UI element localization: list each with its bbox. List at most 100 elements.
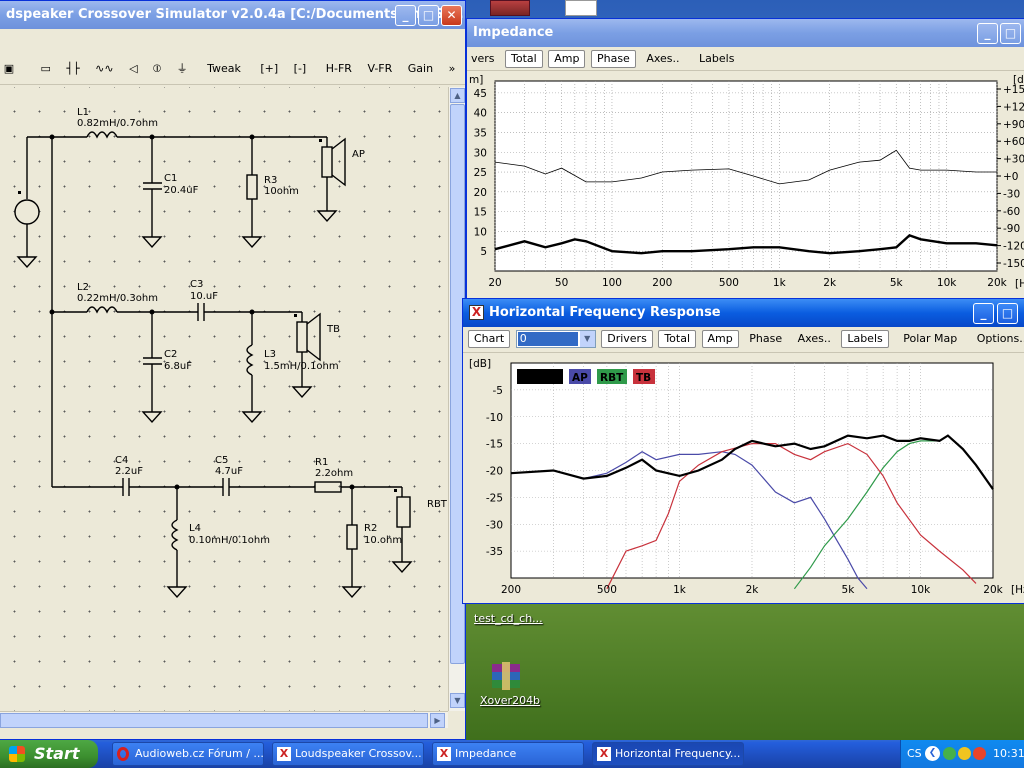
hfr-y-tick-label: -30 xyxy=(486,519,503,531)
h-fr-button[interactable]: H-FR xyxy=(322,60,356,78)
impedance-x-tick-label: 100 xyxy=(602,277,622,289)
taskbar-item-crossover[interactable]: X Loudspeaker Crossov... xyxy=(272,742,424,766)
hfr-y-tick-label: -5 xyxy=(493,385,503,397)
hfr-total-button[interactable]: Total xyxy=(658,330,697,348)
impedance-amp-button[interactable]: Amp xyxy=(548,50,586,68)
xover-icon: X xyxy=(437,747,451,761)
scroll-up-button[interactable]: ▲ xyxy=(450,88,465,103)
hscroll-thumb[interactable] xyxy=(0,713,428,728)
hfr-phase-button[interactable]: Phase xyxy=(745,330,786,348)
xover-icon: X xyxy=(597,747,611,761)
taskbar-item-hfr[interactable]: X Horizontal Frequency... xyxy=(592,742,744,766)
hfr-labels-button[interactable]: Labels xyxy=(841,330,889,348)
hfr-chart-select[interactable]: 0 ▼ xyxy=(515,330,596,348)
save-icon[interactable]: ▣ xyxy=(0,60,18,78)
schematic-canvas[interactable]: L1 0.82mH/0.7ohm C1 20.4uF R3 10ohm AP L… xyxy=(0,87,448,711)
resistor-tool-icon[interactable]: ▭ xyxy=(37,60,55,78)
hfr-axes-button[interactable]: Axes.. xyxy=(794,330,835,348)
security-alert-icon[interactable] xyxy=(973,747,986,760)
tweak-button[interactable]: Tweak xyxy=(203,60,245,78)
maximize-button[interactable]: □ xyxy=(418,5,439,26)
c3-value: 10.uF xyxy=(190,291,218,302)
impedance-window-title: Impedance xyxy=(473,25,554,40)
hfr-select-value: 0 xyxy=(517,332,578,346)
scroll-right-button[interactable]: ▶ xyxy=(430,713,445,728)
language-indicator[interactable]: CS xyxy=(907,740,922,768)
hfr-amp-button[interactable]: Amp xyxy=(701,330,739,348)
hfr-minimize-button[interactable]: _ xyxy=(973,303,994,324)
hfr-y-unit: [dB] xyxy=(469,358,491,370)
speaker-tool-icon[interactable]: ◁ xyxy=(125,60,141,78)
toolbar-overflow-button[interactable]: » xyxy=(445,60,460,78)
chevron-down-icon[interactable]: ▼ xyxy=(579,331,595,347)
hfr-title-bar[interactable]: Horizontal Frequency Response xyxy=(463,299,1024,327)
desktop-document-icon[interactable] xyxy=(565,0,597,16)
hfr-chart-button[interactable]: Chart xyxy=(468,330,511,348)
task-label-hfr: Horizontal Frequency... xyxy=(615,747,741,760)
ground-tool-icon[interactable]: ⏚ xyxy=(173,60,192,78)
impedance-drivers-button[interactable]: vers xyxy=(467,50,499,68)
c2-value: 6.8uF xyxy=(164,361,192,372)
impedance-total-button[interactable]: Total xyxy=(505,50,543,68)
l2-value: 0.22mH/0.3ohm xyxy=(77,293,158,304)
hfr-y-tick-label: -10 xyxy=(486,412,503,424)
impedance-right-tick-label: -30 xyxy=(1003,188,1020,200)
impedance-y-tick-label: 5 xyxy=(480,246,487,258)
start-label: Start xyxy=(34,744,80,763)
impedance-right-tick-label: +0 xyxy=(1003,171,1018,183)
impedance-y-tick-label: 30 xyxy=(474,147,487,159)
impedance-maximize-button[interactable]: □ xyxy=(1000,23,1021,44)
desktop-folder-label[interactable]: test_cd_ch... xyxy=(474,612,543,625)
legend-label-rbt: RBT xyxy=(600,372,624,384)
shield-icon[interactable] xyxy=(943,747,956,760)
network-icon[interactable] xyxy=(958,747,971,760)
hfr-x-tick-label: 20k xyxy=(983,584,1003,596)
impedance-right-tick-label: +12 xyxy=(1003,101,1024,113)
rbt-label: RBT xyxy=(427,499,448,510)
scroll-down-button[interactable]: ▼ xyxy=(450,693,465,708)
impedance-minimize-button[interactable]: _ xyxy=(977,23,998,44)
impedance-chart: 45403530252015105 +15+12+90+60+30+0-30-6… xyxy=(467,71,1024,299)
impedance-axes-button[interactable]: Axes.. xyxy=(642,50,683,68)
schematic-horizontal-scrollbar[interactable]: ▶ xyxy=(0,711,448,728)
impedance-title-bar[interactable]: Impedance xyxy=(467,19,1024,47)
desktop-folder-icon[interactable] xyxy=(490,0,530,16)
c2-label: C2 xyxy=(164,349,177,360)
close-button[interactable]: ✕ xyxy=(441,5,462,26)
impedance-x-tick-label: 500 xyxy=(719,277,739,289)
winrar-archive-label[interactable]: Xover204b xyxy=(480,694,540,707)
winrar-archive-icon[interactable] xyxy=(490,662,522,690)
hfr-drivers-button[interactable]: Drivers xyxy=(601,330,653,348)
hfr-maximize-button[interactable]: □ xyxy=(997,303,1018,324)
impedance-right-tick-label: +30 xyxy=(1003,154,1024,166)
r3-value: 10ohm xyxy=(264,186,299,197)
capacitor-tool-icon[interactable]: ┤├ xyxy=(62,60,83,78)
source-tool-icon[interactable]: ⦶ xyxy=(149,60,165,78)
hfr-x-tick-label: 200 xyxy=(501,584,521,596)
impedance-phase-button[interactable]: Phase xyxy=(590,50,636,68)
tray-expand-icon[interactable]: ❮ xyxy=(925,746,940,761)
impedance-left-unit: m] xyxy=(469,74,483,86)
minimize-button[interactable]: _ xyxy=(395,5,416,26)
hfr-x-unit: [Hz xyxy=(1011,584,1024,596)
l4-label: L4 xyxy=(189,523,201,534)
taskbar-item-browser[interactable]: Audioweb.cz Fórum / ... xyxy=(112,742,264,766)
inductor-tool-icon[interactable]: ∿∿ xyxy=(91,60,117,78)
zoom-in-button[interactable]: [+] xyxy=(256,60,282,78)
taskbar-item-impedance[interactable]: X Impedance xyxy=(432,742,584,766)
hfr-chart: Total AP RBT TB -5 -10 -15 -20 -25 -30 -35 200 500… xyxy=(463,353,1024,603)
system-tray: CS ❮ 10:31 xyxy=(900,740,1024,768)
impedance-labels-button[interactable]: Labels xyxy=(695,50,738,68)
gain-button[interactable]: Gain xyxy=(404,60,437,78)
v-fr-button[interactable]: V-FR xyxy=(363,60,396,78)
hfr-y-tick-label: -20 xyxy=(486,466,503,478)
hfr-options-button[interactable]: Options.. xyxy=(973,330,1024,348)
start-button[interactable]: Start xyxy=(0,740,98,768)
hfr-window-title: Horizontal Frequency Response xyxy=(489,305,721,320)
zoom-out-button[interactable]: [-] xyxy=(290,60,311,78)
hfr-x-tick-label: 2k xyxy=(746,584,760,596)
impedance-y-tick-label: 15 xyxy=(474,207,487,219)
legend-label-tb: TB xyxy=(636,372,651,384)
hfr-polar-map-button[interactable]: Polar Map xyxy=(899,330,961,348)
windows-logo-icon xyxy=(9,746,25,762)
